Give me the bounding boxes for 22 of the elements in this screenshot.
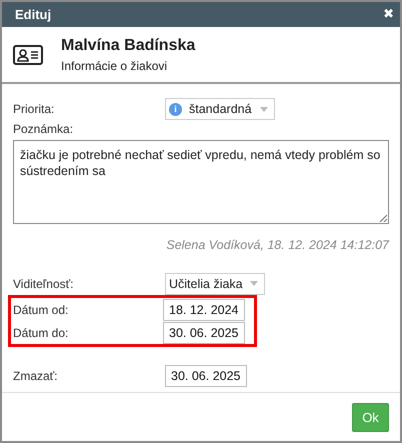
student-name: Malvína Badínska: [61, 36, 196, 54]
id-card-icon: [13, 44, 43, 64]
field-label: Dátum do:: [13, 326, 70, 340]
date-field[interactable]: 18. 12. 2024: [163, 298, 245, 320]
window-title: Edituj: [15, 7, 52, 22]
field-label: Dátum od:: [13, 302, 70, 316]
subtitle: Informácie o žiakovi: [61, 58, 168, 72]
field-label: Viditeľnosť:: [13, 276, 74, 290]
field-label: Priorita:: [13, 102, 56, 116]
caret-icon: [260, 106, 268, 112]
note-field[interactable]: žiačku je potrebné nechať sedieť vpredu, nemá vtedy problém so sústredením sa: [13, 140, 389, 224]
date-field[interactable]: 30. 06. 2025: [165, 364, 247, 386]
priority-select[interactable]: i štandardná: [165, 98, 275, 120]
info-icon: i: [169, 102, 182, 116]
close-button[interactable]: ✖: [383, 7, 394, 22]
caret-icon: [250, 281, 258, 286]
date-field[interactable]: 30. 06. 2025: [163, 322, 245, 344]
visibility-select[interactable]: Učitelia žiaka: [165, 272, 265, 294]
field-label: Zmazať:: [13, 368, 59, 382]
resize-handle-icon: [379, 214, 387, 222]
author-line: Selena Vodíková, 18. 12. 2024 14:12:07: [166, 238, 389, 252]
field-label: Poznámka:: [13, 122, 74, 136]
